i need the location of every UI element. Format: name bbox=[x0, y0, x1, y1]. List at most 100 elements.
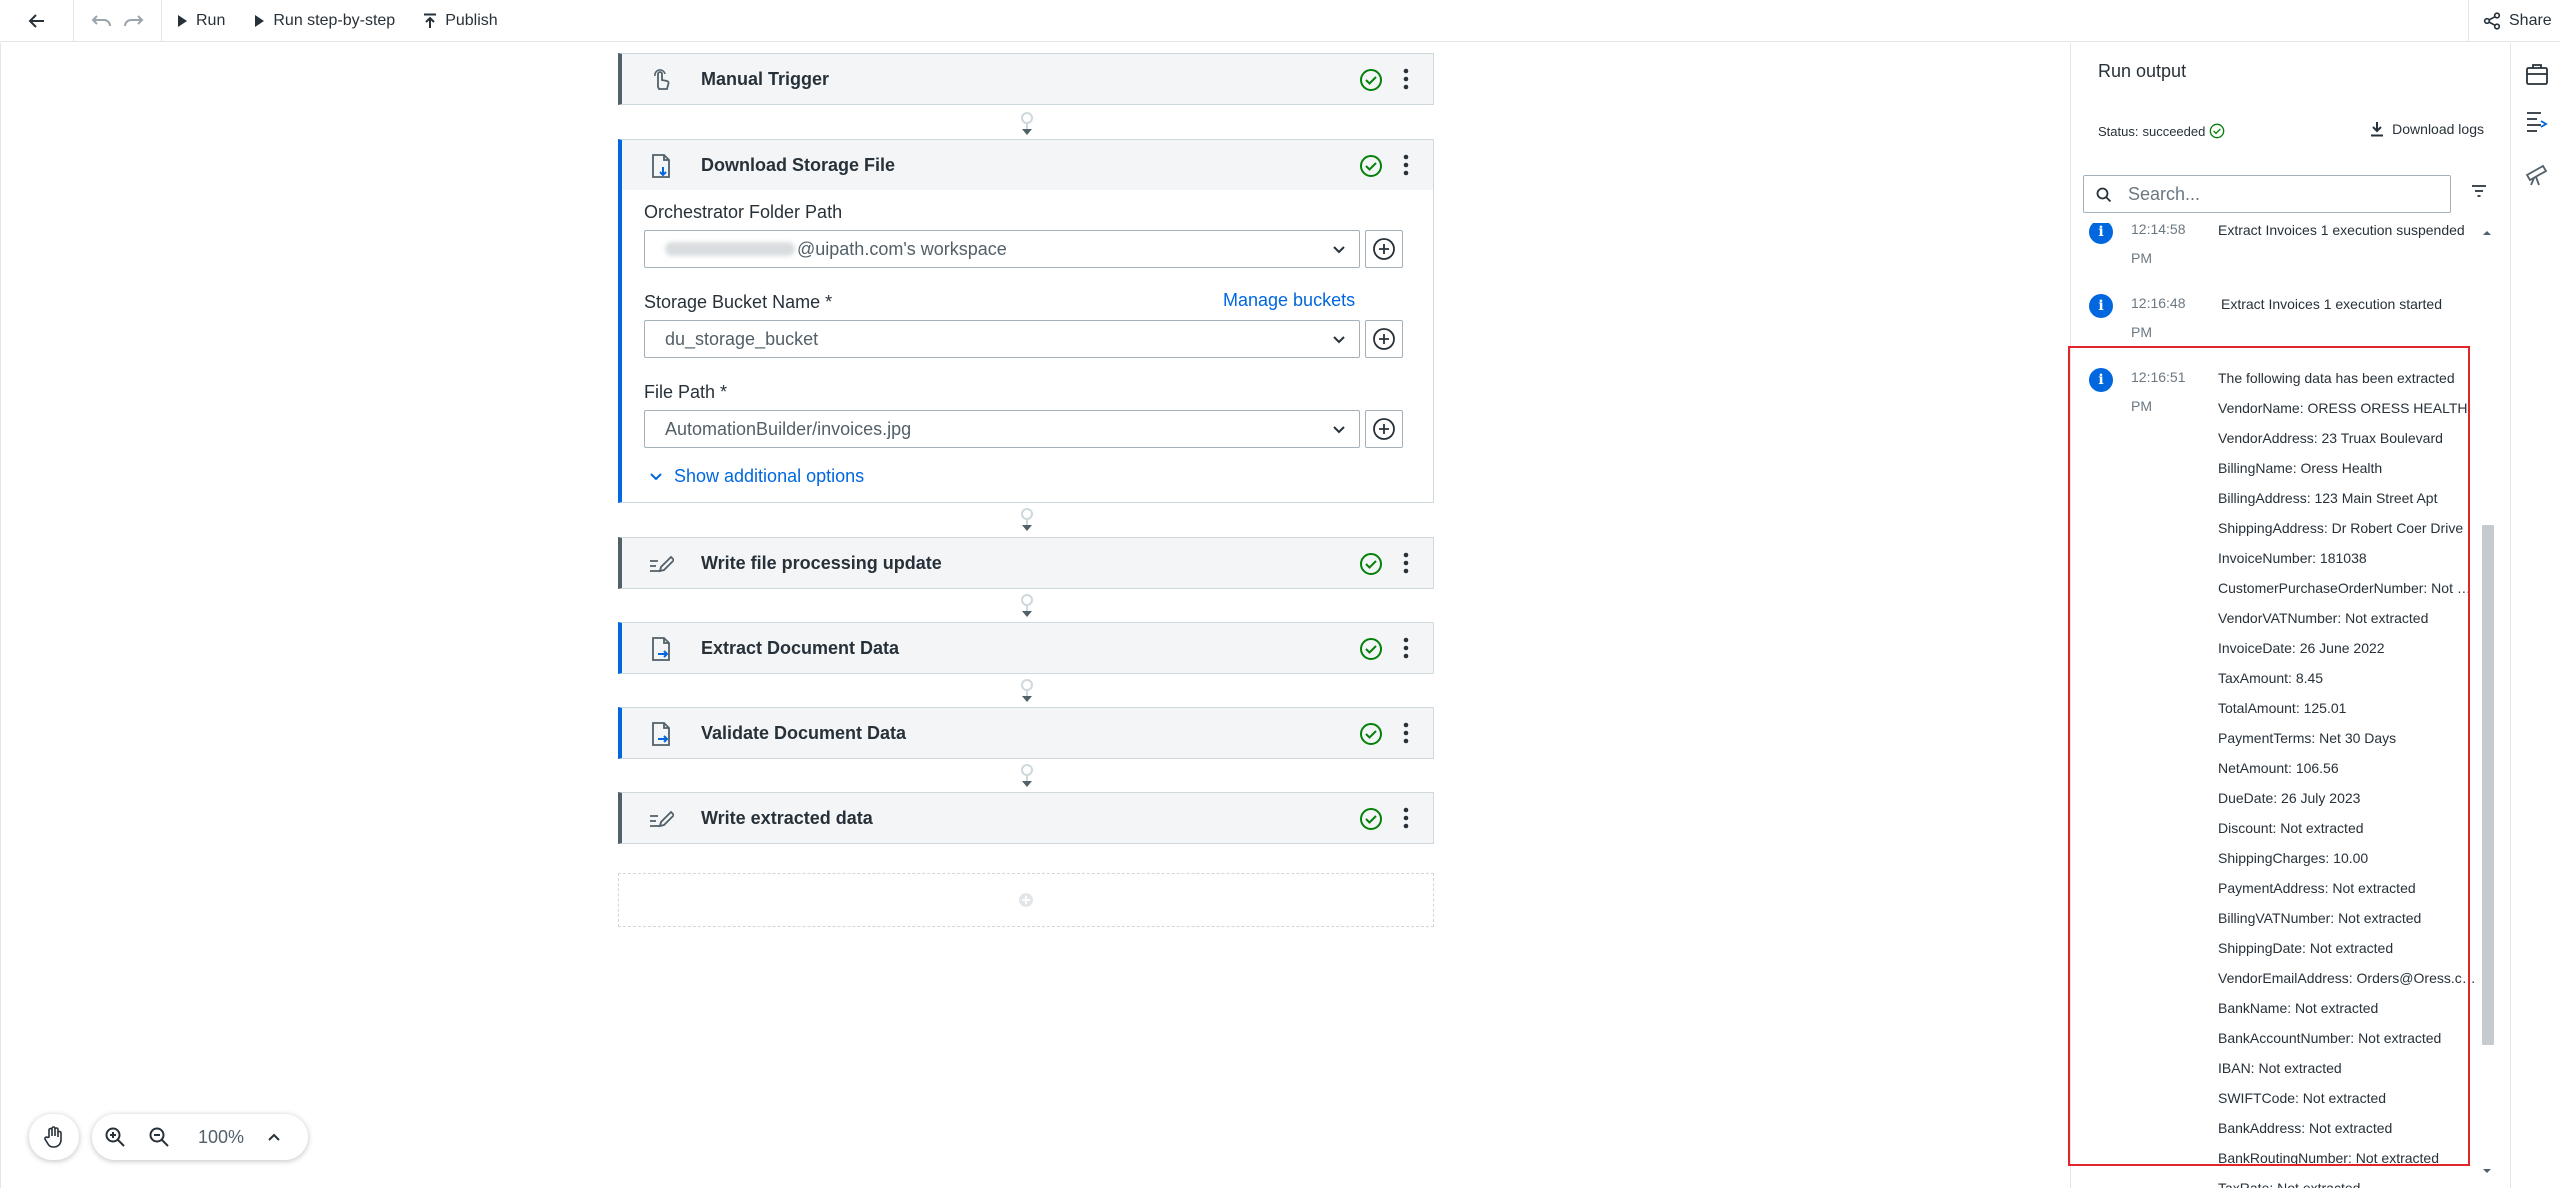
add-filepath-expression-button[interactable] bbox=[1365, 410, 1403, 448]
success-check-icon bbox=[1360, 553, 1382, 575]
more-vertical-icon[interactable] bbox=[1403, 806, 1409, 830]
log-line: PaymentTerms: Net 30 Days bbox=[2218, 730, 2397, 746]
log-line: TaxRate: Not extracted bbox=[2218, 1180, 2361, 1188]
run-button[interactable]: Run bbox=[162, 0, 239, 42]
pan-mode-button[interactable] bbox=[29, 1114, 79, 1160]
node-validate-document-data[interactable]: Validate Document Data bbox=[618, 707, 1434, 759]
workflow-canvas[interactable]: Manual Trigger Download Storage File Orc… bbox=[0, 43, 2070, 1188]
more-vertical-icon[interactable] bbox=[1403, 721, 1409, 745]
add-step-slot[interactable] bbox=[618, 873, 1434, 927]
log-entry[interactable]: i 12:14:58 PM Extract Invoices 1 executi… bbox=[2071, 223, 2491, 273]
show-additional-options-toggle[interactable]: Show additional options bbox=[648, 466, 864, 487]
panel-title: Run output bbox=[2098, 61, 2187, 81]
share-button[interactable]: Share bbox=[2468, 0, 2560, 42]
node-header[interactable]: Manual Trigger bbox=[622, 54, 1433, 104]
file-path-label: File Path * bbox=[644, 382, 728, 402]
zoom-controls: 100% bbox=[92, 1114, 308, 1160]
log-line: InvoiceDate: 26 June 2022 bbox=[2218, 640, 2385, 656]
toolbox-icon[interactable] bbox=[2524, 61, 2550, 87]
zoom-level: 100% bbox=[198, 1126, 245, 1147]
scroll-up-arrow[interactable] bbox=[2480, 228, 2494, 238]
show-additional-options-label: Show additional options bbox=[674, 466, 865, 486]
success-check-icon bbox=[1360, 155, 1382, 177]
top-toolbar: Run Run step-by-step Publish Share bbox=[0, 0, 2560, 42]
log-search-input[interactable]: Search... bbox=[2083, 175, 2451, 213]
log-time: 12:16:48 PM bbox=[2131, 295, 2186, 340]
node-header[interactable]: Validate Document Data bbox=[622, 708, 1433, 758]
zoom-in-icon[interactable] bbox=[104, 1126, 126, 1148]
search-placeholder: Search... bbox=[2128, 183, 2201, 204]
log-entry[interactable]: i 12:16:48 PM Extract Invoices 1 executi… bbox=[2071, 294, 2491, 346]
log-entry-extracted-data[interactable]: i 12:16:51 PM The following data has bee… bbox=[2071, 365, 2491, 1188]
log-line: BankAddress: Not extracted bbox=[2218, 1120, 2393, 1136]
chevron-down-icon bbox=[1333, 426, 1345, 434]
log-line: Discount: Not extracted bbox=[2218, 820, 2364, 836]
add-folder-expression-button[interactable] bbox=[1365, 230, 1403, 268]
node-manual-trigger[interactable]: Manual Trigger bbox=[618, 53, 1434, 105]
redo-icon[interactable] bbox=[122, 13, 144, 29]
log-line: ShippingDate: Not extracted bbox=[2218, 940, 2394, 956]
node-download-storage-file[interactable]: Download Storage File Orchestrator Folde… bbox=[618, 139, 1434, 503]
success-check-icon bbox=[2210, 123, 2225, 139]
run-status: Status: succeeded bbox=[2098, 123, 2225, 139]
node-title: Write file processing update bbox=[701, 552, 942, 573]
log-line: VendorAddress: 23 Truax Boulevard bbox=[2218, 430, 2443, 446]
undo-redo-group bbox=[74, 0, 162, 42]
filter-icon[interactable] bbox=[2471, 184, 2487, 198]
scrollbar-thumb[interactable] bbox=[2482, 525, 2494, 1045]
folder-path-label: Orchestrator Folder Path bbox=[644, 202, 843, 222]
log-line: VendorEmailAddress: Orders@Oress.com bbox=[2218, 970, 2476, 986]
file-path-select[interactable]: AutomationBuilder/invoices.jpg bbox=[644, 410, 1360, 448]
zoom-out-icon[interactable] bbox=[148, 1126, 170, 1148]
bucket-name-label: Storage Bucket Name * bbox=[644, 292, 833, 312]
log-line: BillingName: Oress Health bbox=[2218, 460, 2383, 476]
telescope-icon[interactable] bbox=[2524, 161, 2550, 187]
run-step-label: Run step-by-step bbox=[273, 11, 396, 29]
log-line: BankRoutingNumber: Not extracted bbox=[2218, 1150, 2439, 1166]
log-line: TaxAmount: 8.45 bbox=[2218, 670, 2324, 686]
node-header[interactable]: Download Storage File bbox=[622, 140, 1433, 190]
more-vertical-icon[interactable] bbox=[1403, 636, 1409, 660]
plus-circle-icon bbox=[1019, 893, 1033, 907]
back-button[interactable] bbox=[0, 0, 74, 42]
run-step-by-step-button[interactable]: Run step-by-step bbox=[239, 0, 409, 42]
log-line: CustomerPurchaseOrderNumber: Not extract… bbox=[2218, 580, 2476, 596]
more-vertical-icon[interactable] bbox=[1403, 67, 1409, 91]
file-arrow-icon bbox=[652, 637, 670, 661]
log-line: InvoiceNumber: 181038 bbox=[2218, 550, 2367, 566]
node-title: Manual Trigger bbox=[701, 68, 830, 89]
log-line: BillingVATNumber: Not extracted bbox=[2218, 910, 2422, 926]
more-vertical-icon[interactable] bbox=[1403, 153, 1409, 177]
log-line: BankAccountNumber: Not extracted bbox=[2218, 1030, 2442, 1046]
node-header[interactable]: Extract Document Data bbox=[622, 623, 1433, 673]
bucket-name-select[interactable]: du_storage_bucket bbox=[644, 320, 1360, 358]
log-message: Extract Invoices 1 execution suspended bbox=[2218, 223, 2465, 238]
node-title: Write extracted data bbox=[701, 807, 873, 828]
run-output-icon[interactable] bbox=[2524, 109, 2550, 135]
node-write-extracted-data[interactable]: Write extracted data bbox=[618, 792, 1434, 844]
node-write-file-processing-update[interactable]: Write file processing update bbox=[618, 537, 1434, 589]
success-check-icon bbox=[1360, 638, 1382, 660]
chevron-down-icon bbox=[1333, 336, 1345, 344]
manage-buckets-link[interactable]: Manage buckets bbox=[1223, 290, 1355, 311]
node-extract-document-data[interactable]: Extract Document Data bbox=[618, 622, 1434, 674]
run-output-panel: Run output Status: succeeded Download lo… bbox=[2070, 43, 2510, 1188]
download-logs-label: Download logs bbox=[2392, 121, 2484, 137]
undo-icon[interactable] bbox=[91, 13, 113, 29]
scroll-down-arrow[interactable] bbox=[2480, 1166, 2494, 1176]
node-header[interactable]: Write file processing update bbox=[622, 538, 1433, 588]
download-logs-button[interactable]: Download logs bbox=[2370, 121, 2484, 137]
node-header[interactable]: Write extracted data bbox=[622, 793, 1433, 843]
log-line: IBAN: Not extracted bbox=[2218, 1060, 2342, 1076]
success-check-icon bbox=[1360, 808, 1382, 830]
chevron-up-icon[interactable] bbox=[266, 1129, 282, 1145]
publish-icon bbox=[424, 13, 437, 28]
folder-path-select[interactable]: @uipath.com's workspace bbox=[644, 230, 1360, 268]
log-time: 12:16:51 PM bbox=[2131, 369, 2186, 414]
more-vertical-icon[interactable] bbox=[1403, 551, 1409, 575]
log-line: TotalAmount: 125.01 bbox=[2218, 700, 2347, 716]
publish-button[interactable]: Publish bbox=[409, 0, 511, 42]
add-bucket-expression-button[interactable] bbox=[1365, 320, 1403, 358]
connector bbox=[1021, 679, 1033, 702]
log-line: DueDate: 26 July 2023 bbox=[2218, 790, 2361, 806]
